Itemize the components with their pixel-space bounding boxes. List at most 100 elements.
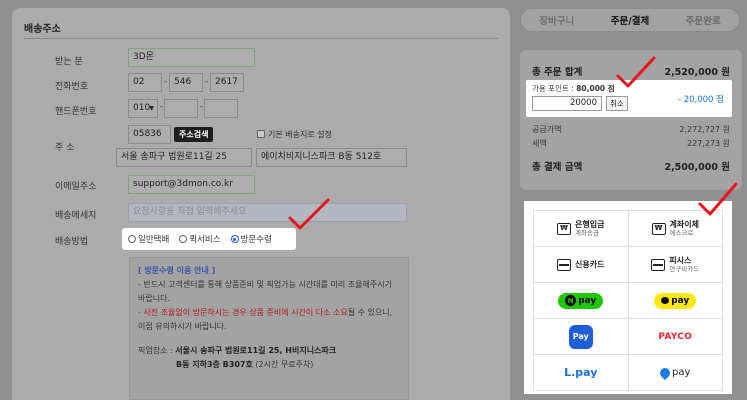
phone-part-3[interactable]: 2617 <box>210 73 244 92</box>
span <box>653 263 664 266</box>
final-row: 총 결제 금액 2,500,000 원 <box>532 159 730 173</box>
pay-sublabel: 계좌송금 <box>575 228 599 237</box>
phone-label: 전화번호 <box>55 82 89 92</box>
points-value: 80,000 점 <box>576 84 615 93</box>
pay-label: 피시스 <box>669 255 692 265</box>
address2-input[interactable]: 에이치비지니스파크 B동 512호 <box>256 148 407 167</box>
tax-value: 227,273 원 <box>687 139 730 148</box>
dash: - <box>164 77 168 87</box>
points-discount: - 20,000 점 <box>677 95 724 105</box>
ptxt: 계좌이체 에스크로 <box>670 220 699 238</box>
notice-line-2-rest: 될 수 있으니, <box>347 308 393 317</box>
tax-row: 세액 227,273 원 <box>532 138 730 149</box>
phone-part-2[interactable]: 546 <box>169 73 203 92</box>
mobile-prefix-value: 010 <box>133 103 151 113</box>
lpay-logo: L.pay <box>564 366 598 379</box>
final-label: 총 결제 금액 <box>532 162 583 173</box>
pickup-location-2: B동 지하3층 B307호 (2시간 무료주차) <box>138 358 400 372</box>
won-icon: ₩ <box>557 222 572 235</box>
chevron-down-icon: ▼ <box>149 105 154 112</box>
pay-label: 은행입금 <box>575 219 605 229</box>
ptxt: 피시스 연구비카드 <box>669 256 699 274</box>
pay-payco[interactable]: PAYCO <box>628 319 723 355</box>
notice-warning: - 사전 조율없이 방문하시는 경우 상품 준비에 시간이 다소 소요 <box>138 308 348 317</box>
pay-lpay[interactable]: L.pay <box>534 355 629 391</box>
step-complete: 주문완료 <box>685 16 721 27</box>
supply-label: 공급가액 <box>532 125 562 134</box>
order-steps: 장바구니 주문/결제 주문완료 <box>520 8 740 32</box>
npay-text: pay <box>578 295 597 306</box>
pay-bank-deposit[interactable]: ₩ 은행입금 계좌송금 <box>534 211 629 247</box>
radio-quick-service[interactable]: 퀵서비스 <box>179 233 221 245</box>
pay-naver-pay[interactable]: Npay <box>534 283 629 319</box>
address-search-button[interactable]: 주소검색 <box>174 127 214 142</box>
payment-grid: ₩ 은행입금 계좌송금 ₩ 계좌이체 에스크로 신용카드 피시스 연구비카드 Npay… <box>533 210 723 391</box>
credit-card-icon <box>651 258 666 271</box>
message-input[interactable]: 요청사항을 직접 입력해주세요 <box>128 203 407 222</box>
naver-pay-logo: Npay <box>558 292 604 309</box>
pay-credit-card[interactable]: 신용카드 <box>534 247 629 283</box>
kpay-text: pay <box>671 295 690 306</box>
points-cancel-button[interactable]: 취소 <box>606 96 628 111</box>
kakao-bubble-icon <box>661 297 670 304</box>
name-label: 받는 분 <box>55 57 83 67</box>
points-input[interactable]: 20000 <box>532 96 602 111</box>
notice-line-2: - 사전 조율없이 방문하시는 경우 상품 준비에 시간이 다소 소요될 수 있… <box>138 306 400 320</box>
won-icon: ₩ <box>651 222 666 235</box>
dash: - <box>200 102 204 112</box>
points-available: 가용 포인트 : 80,000 점 <box>532 83 615 94</box>
radio-standard-delivery[interactable]: 일반택배 <box>128 233 169 245</box>
mobile-prefix-select[interactable]: 010 ▼ <box>128 99 158 118</box>
toss-drop-icon <box>657 365 673 380</box>
pickup-label: 픽업장소 : <box>138 346 173 355</box>
pay-sublabel: 에스크로 <box>669 228 694 237</box>
radio-pickup[interactable]: 방문수령 <box>230 233 272 245</box>
apple-pay-logo: Pay <box>568 324 593 349</box>
step-cart[interactable]: 장바구니 <box>539 13 574 27</box>
tax-label: 세액 <box>532 139 547 148</box>
naver-n-icon: N <box>565 295 577 306</box>
toss-pay-logo: pay <box>657 365 690 380</box>
final-value: 2,500,000 원 <box>664 162 730 173</box>
pickup-note: (2시간 무료주차) <box>255 360 314 369</box>
points-label: 가용 포인트 : <box>532 84 574 93</box>
default-address-checkbox[interactable] <box>257 130 265 138</box>
pay-label: 신용카드 <box>575 260 605 269</box>
radio-label: 방문수령 <box>240 235 272 245</box>
phone-part-1[interactable]: 02 <box>128 73 162 92</box>
pay-pcash[interactable]: 피시스 연구비카드 <box>628 247 723 283</box>
mobile-part-2[interactable] <box>164 99 198 118</box>
email-input[interactable]: support@3dmon.co.kr <box>128 175 255 194</box>
credit-card-icon <box>557 258 572 271</box>
kakao-pay-logo: pay <box>654 292 697 309</box>
address1-input[interactable]: 서울 송파구 법원로11길 25 <box>116 148 252 167</box>
total-label: 총 주문 합계 <box>532 67 583 78</box>
zipcode-input[interactable]: 05836 <box>128 125 171 144</box>
radio-dot-selected <box>230 235 239 243</box>
mobile-label: 핸드폰번호 <box>55 107 97 117</box>
notice-line-3: 이점 유의하시기 바랍니다. <box>138 322 227 331</box>
step-checkout: 주문/결제 <box>610 16 650 27</box>
ptxt: 은행입금 계좌송금 <box>575 220 604 238</box>
message-label: 배송메세지 <box>55 211 97 221</box>
pay-kakao-pay[interactable]: pay <box>628 283 723 319</box>
divider <box>24 38 498 39</box>
mobile-part-3[interactable] <box>204 99 238 118</box>
pickup-address-1: 서울시 송파구 법원로11길 25, H비지니스파크 <box>175 346 337 355</box>
pickup-notice: [ 방문수령 이용 안내 ] - 반드시 고객센터를 통해 상품준비 및 픽업가… <box>129 257 409 400</box>
supply-row: 공급가액 2,272,727 원 <box>532 124 730 135</box>
radio-dot <box>128 235 136 243</box>
notice-title: [ 방문수령 이용 안내 ] <box>138 266 216 275</box>
total-value: 2,520,000 원 <box>664 67 730 78</box>
checkmark-annotation <box>698 182 738 216</box>
pay-label: 계좌이체 <box>669 219 699 229</box>
pay-apple-pay[interactable]: Pay <box>534 319 629 355</box>
pickup-address-2: B동 지하3층 B307호 <box>176 360 253 369</box>
name-input[interactable]: 3D몬 <box>128 48 255 67</box>
pickup-location: 픽업장소 : 서울시 송파구 법원로11길 25, H비지니스파크 <box>138 344 400 358</box>
shipping-method-group: 일반택배 퀵서비스 방문수령 <box>122 228 296 250</box>
supply-value: 2,272,727 원 <box>679 125 730 134</box>
payco-logo: PAYCO <box>658 331 693 342</box>
shipping-title: 배송주소 <box>24 24 61 35</box>
pay-toss-pay[interactable]: pay <box>628 355 723 391</box>
